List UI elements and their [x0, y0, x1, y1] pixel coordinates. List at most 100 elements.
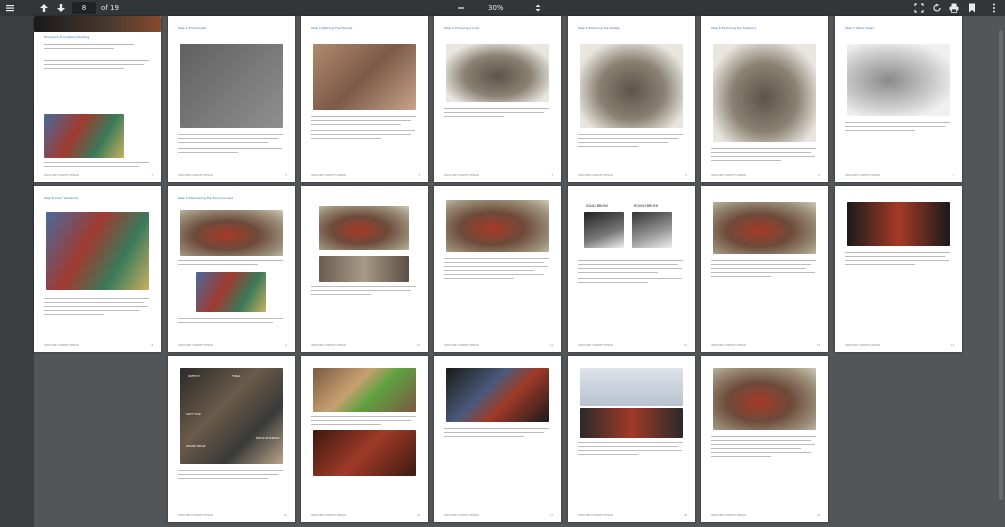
page-thumbnail-6[interactable]: Step 6 Exploring the Anatomy CREATURE CO…: [701, 16, 828, 182]
solid-brush-label: SOLID BRUSH: [586, 204, 608, 208]
solid-brush-sample: [584, 212, 624, 248]
other-views-image: [847, 44, 950, 116]
page-footer: CREATURE CONCEPT DESIGN: [311, 174, 346, 177]
page-number: 10: [416, 344, 420, 347]
page-footer: CREATURE CONCEPT DESIGN: [44, 344, 79, 347]
page-number: 17: [549, 514, 553, 517]
page-thumbnail-14[interactable]: CREATURE CONCEPT DESIGN 14: [835, 186, 962, 352]
page-thumbnail-12[interactable]: SOLID BRUSH ROUGH BRUSH CREATURE CONCEPT…: [568, 186, 695, 352]
sketch-label: SKETCH: [188, 374, 200, 378]
sidebar-toggle-button[interactable]: [3, 2, 17, 14]
page-number: 11: [549, 344, 553, 347]
page-number: 15: [283, 514, 287, 517]
page-thumbnail-10[interactable]: CREATURE CONCEPT DESIGN 10: [301, 186, 428, 352]
rotate-icon: [933, 3, 941, 12]
page-title: Step 4 Choosing a Look: [444, 26, 480, 30]
page-thumbnail-1[interactable]: Dinosaurs & Creature Painting CREATURE C…: [34, 16, 161, 182]
creature-sketch-image: [446, 44, 549, 102]
page-footer: CREATURE CONCEPT DESIGN: [444, 344, 479, 347]
page-footer: CREATURE CONCEPT DESIGN: [444, 174, 479, 177]
zoom-out-button[interactable]: [454, 2, 468, 14]
page-title: Step 8 Color Variations: [44, 196, 79, 200]
page-number: 19: [816, 514, 820, 517]
print-icon: [949, 3, 959, 13]
fit-to-page-icon: [914, 3, 924, 13]
bookmark-button[interactable]: [965, 2, 979, 14]
page-thumbnail-19[interactable]: CREATURE CONCEPT DESIGN 19: [701, 356, 828, 522]
page-title: Step 2 Thumbnails: [178, 26, 207, 30]
page-number: 3: [418, 174, 420, 177]
bookmark-icon: [969, 3, 975, 13]
page-thumbnail-11[interactable]: CREATURE CONCEPT DESIGN 11: [434, 186, 561, 352]
page-title: Step 6 Exploring the Anatomy: [711, 26, 757, 30]
rough-brush-sample: [632, 212, 672, 248]
page-footer: CREATURE CONCEPT DESIGN: [578, 344, 613, 347]
page-footer: CREATURE CONCEPT DESIGN: [178, 174, 213, 177]
print-button[interactable]: [947, 2, 961, 14]
photoshop-panels-image: [580, 368, 683, 406]
zoom-select[interactable]: 30%: [474, 2, 544, 14]
render-collage-image: [847, 202, 950, 246]
page-number: 6: [818, 174, 820, 177]
fit-page-button[interactable]: [912, 2, 926, 14]
next-page-button[interactable]: [54, 2, 68, 14]
rough-brush-label: ROUGH BRUSH: [634, 204, 659, 208]
page-title: Step 5 Exploring the Design: [578, 26, 620, 30]
final-concept-image: [180, 210, 283, 256]
page-thumbnail-18[interactable]: CREATURE CONCEPT DESIGN 18: [568, 356, 695, 522]
drop-shadow-label: DROP SHADOW: [256, 436, 280, 440]
page-thumbnail-2[interactable]: Step 2 Thumbnails CREATURE CONCEPT DESIG…: [168, 16, 295, 182]
rotate-button[interactable]: [930, 2, 944, 14]
page-thumbnail-7[interactable]: Step 7 Other Views CREATURE CONCEPT DESI…: [835, 16, 962, 182]
reference-collage-image: [44, 114, 124, 158]
minus-icon: [458, 7, 464, 9]
page-thumbnail-4[interactable]: Step 4 Choosing a Look CREATURE CONCEPT …: [434, 16, 561, 182]
more-actions-button[interactable]: [987, 2, 1001, 14]
page-footer: CREATURE CONCEPT DESIGN: [711, 174, 746, 177]
page-title: Step 7 Other Views: [845, 26, 874, 30]
page-footer: CREATURE CONCEPT DESIGN: [311, 514, 346, 517]
page-number: 5: [685, 174, 687, 177]
refined-thumbnails-image: [313, 44, 416, 110]
final-render-image: [713, 368, 816, 430]
final-label: FINAL: [232, 374, 241, 378]
adjustment-result-image: [580, 408, 683, 438]
software-steps-image: [446, 368, 549, 422]
page-footer: CREATURE CONCEPT DESIGN: [578, 514, 613, 517]
page-thumbnail-5[interactable]: Step 5 Exploring the Design CREATURE CON…: [568, 16, 695, 182]
texture-closeup-image: [313, 430, 416, 476]
page-title: Step 10 Rendering the Final Concept: [178, 196, 233, 200]
page-footer: CREATURE CONCEPT DESIGN: [444, 514, 479, 517]
silhouette-thumbnails-image: [180, 44, 283, 128]
render-details-image: [319, 256, 409, 282]
previous-page-button[interactable]: [37, 2, 51, 14]
page-thumbnail-3[interactable]: Step 3 Refining Thumbnails CREATURE CONC…: [301, 16, 428, 182]
page-thumbnail-9[interactable]: Step 10 Rendering the Final Concept CREA…: [168, 186, 295, 352]
render-step-image: [713, 202, 816, 254]
page-number-input[interactable]: 8: [72, 2, 96, 14]
page-number-value: 8: [81, 4, 87, 12]
scene-composites-image: [196, 272, 266, 312]
render-progress-image: [319, 206, 409, 250]
page-thumbnail-8[interactable]: Step 8 Color Variations CREATURE CONCEPT…: [34, 186, 161, 352]
page-footer: CREATURE CONCEPT DESIGN: [845, 344, 880, 347]
more-vert-icon: [993, 3, 995, 13]
page-footer: CREATURE CONCEPT DESIGN: [578, 174, 613, 177]
page-number: 7: [952, 174, 954, 177]
page-thumbnail-15[interactable]: SKETCH FINAL SOFT TOP SHARP EDGE DROP SH…: [168, 356, 295, 522]
color-variations-image: [46, 212, 149, 290]
page-thumbnail-13[interactable]: CREATURE CONCEPT DESIGN 13: [701, 186, 828, 352]
page-header-banner: [34, 16, 161, 32]
page-number: 8: [151, 344, 153, 347]
thumbnail-sidebar: [0, 16, 34, 527]
page-title: Dinosaurs & Creature Painting: [44, 35, 90, 39]
page-thumbnail-16[interactable]: CREATURE CONCEPT DESIGN 16: [301, 356, 428, 522]
zoom-value: 30%: [488, 4, 504, 12]
page-thumbnail-17[interactable]: CREATURE CONCEPT DESIGN 17: [434, 356, 561, 522]
arrow-down-icon: [57, 4, 65, 12]
page-footer: CREATURE CONCEPT DESIGN: [711, 514, 746, 517]
page-footer: CREATURE CONCEPT DESIGN: [44, 174, 79, 177]
pdf-toolbar: 8 of 19 30%: [0, 0, 1005, 16]
page-footer: CREATURE CONCEPT DESIGN: [178, 514, 213, 517]
scrollbar-thumb[interactable]: [999, 30, 1003, 500]
